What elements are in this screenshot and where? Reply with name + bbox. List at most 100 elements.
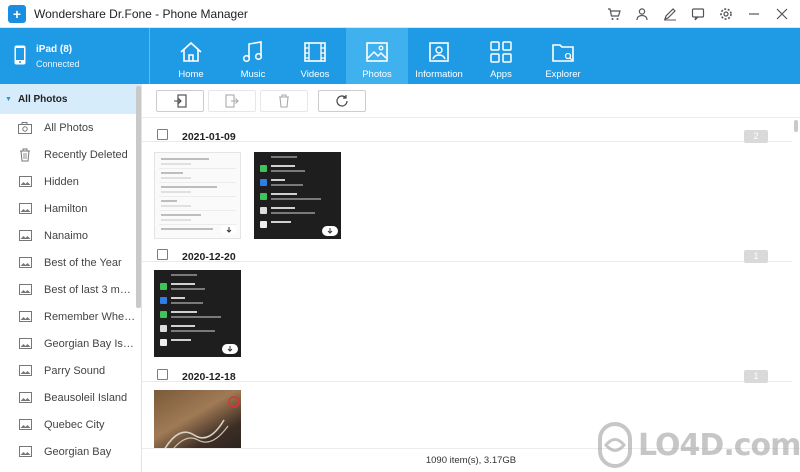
sidebar-item-recently-deleted[interactable]: Recently Deleted [0,141,141,168]
tab-music[interactable]: Music [222,28,284,84]
sidebar-item-parry-sound[interactable]: Parry Sound [0,357,141,384]
close-icon[interactable] [768,0,796,28]
camera-icon [18,121,32,135]
sidebar-item-best-of-the-year[interactable]: Best of the Year [0,249,141,276]
export-icon [225,94,239,108]
date-group-header: 2020-12-20 1 [142,240,792,263]
user-icon[interactable] [628,0,656,28]
tab-label: Home [178,69,204,80]
download-icon[interactable] [221,225,237,235]
date-group-header: 2021-01-09 2 [142,120,792,143]
window-title: Wondershare Dr.Fone - Phone Manager [34,6,248,21]
window-controls [600,0,796,28]
refresh-button[interactable] [318,90,366,112]
group-count-badge: 1 [744,250,768,263]
import-icon [174,94,187,108]
group-checkbox[interactable] [157,249,168,260]
sidebar-item-label: Quebec City [44,418,105,431]
album-icon [18,364,32,378]
download-icon[interactable] [222,344,238,354]
tab-label: Apps [490,69,512,80]
sidebar-header-all-photos[interactable]: ▼ All Photos [0,84,141,114]
group-count-badge: 2 [744,130,768,143]
sidebar-item-hidden[interactable]: Hidden [0,168,141,195]
sidebar-item-label: Nanaimo [44,229,89,242]
tab-label: Information [415,69,463,80]
sidebar-header-label: All Photos [17,93,68,105]
group-checkbox[interactable] [157,129,168,140]
folder-icon [552,44,574,62]
sidebar-item-all-photos[interactable]: All Photos [0,114,141,141]
album-icon [18,310,32,324]
tab-explorer[interactable]: Explorer [532,28,594,84]
sidebar-item-quebec-city[interactable]: Quebec City [0,411,141,438]
sidebar-item-label: Beausoleil Island [44,391,128,404]
trash-icon [18,148,32,162]
import-button[interactable] [156,90,204,112]
device-name: iPad (8) [36,44,73,55]
sidebar-item-label: Hamilton [44,202,88,215]
sidebar-item-best-of-last-3-months[interactable]: Best of last 3 mon... [0,276,141,303]
album-icon [18,202,32,216]
delete-button[interactable] [260,90,308,112]
album-sidebar: ▼ All Photos All Photos Recently Deleted… [0,84,142,472]
tab-videos[interactable]: Videos [284,28,346,84]
tab-label: Explorer [545,69,581,80]
album-icon [18,175,32,189]
tab-photos[interactable]: Photos [346,28,408,84]
sidebar-item-hamilton[interactable]: Hamilton [0,195,141,222]
sidebar-item-label: Parry Sound [44,364,106,377]
music-icon [242,41,263,63]
tab-information[interactable]: Information [408,28,470,84]
item-summary: 1090 item(s), 3.17GB [425,455,517,466]
sidebar-item-label: Best of last 3 mon... [44,283,136,296]
apps-icon [490,41,512,63]
sidebar-item-beausoleil-island[interactable]: Beausoleil Island [0,384,141,411]
cart-icon[interactable] [600,0,628,28]
sidebar-scrollbar[interactable] [136,86,141,308]
sidebar-item-georgian-bay[interactable]: Georgian Bay [0,438,141,465]
refresh-icon [336,95,348,107]
tab-label: Videos [300,69,330,80]
sidebar-item-remember-when[interactable]: Remember When... [0,303,141,330]
photo-thumbnail[interactable] [154,270,241,357]
sidebar-item-georgian-bay-islands[interactable]: Georgian Bay Isla... [0,330,141,357]
export-button[interactable] [208,90,256,112]
sidebar-item-label: All Photos [44,121,94,134]
album-icon [18,229,32,243]
tab-home[interactable]: Home [160,28,222,84]
group-date: 2021-01-09 [182,131,236,143]
top-navigation: iPad (8) Connected Home Music Videos Pho… [0,28,800,84]
watermark-logo-icon [598,422,632,468]
sidebar-item-nanaimo[interactable]: Nanaimo [0,222,141,249]
album-icon [18,283,32,297]
device-panel[interactable]: iPad (8) Connected [0,28,150,84]
edit-icon[interactable] [656,0,684,28]
photo-icon [366,42,388,62]
app-logo-icon: + [8,4,26,23]
group-date: 2020-12-20 [182,251,236,263]
album-icon [18,445,32,459]
watermark-text: LO4D.com [638,427,800,463]
photo-thumbnail[interactable] [154,390,241,448]
main-tabs: Home Music Videos Photos Information App… [160,28,594,84]
phone-icon [14,45,26,65]
trash-icon [279,94,289,108]
photo-thumbnail[interactable] [254,152,341,239]
content-scrollbar[interactable] [794,120,798,132]
settings-icon[interactable] [712,0,740,28]
date-group-header: 2020-12-18 1 [142,360,792,383]
collapse-triangle-icon[interactable]: ▼ [5,96,12,103]
sidebar-item-label: Georgian Bay Isla... [44,337,136,350]
photo-toolbar [142,84,800,118]
tab-apps[interactable]: Apps [470,28,532,84]
photo-grid: 2021-01-09 2 2020-12-20 1 2020-12-18 1 [142,118,800,448]
album-icon [18,337,32,351]
feedback-icon[interactable] [684,0,712,28]
photo-content [164,396,240,448]
contact-icon [429,42,449,62]
minimize-icon[interactable] [740,0,768,28]
group-checkbox[interactable] [157,369,168,380]
photo-thumbnail[interactable] [154,152,241,239]
download-icon[interactable] [322,226,338,236]
